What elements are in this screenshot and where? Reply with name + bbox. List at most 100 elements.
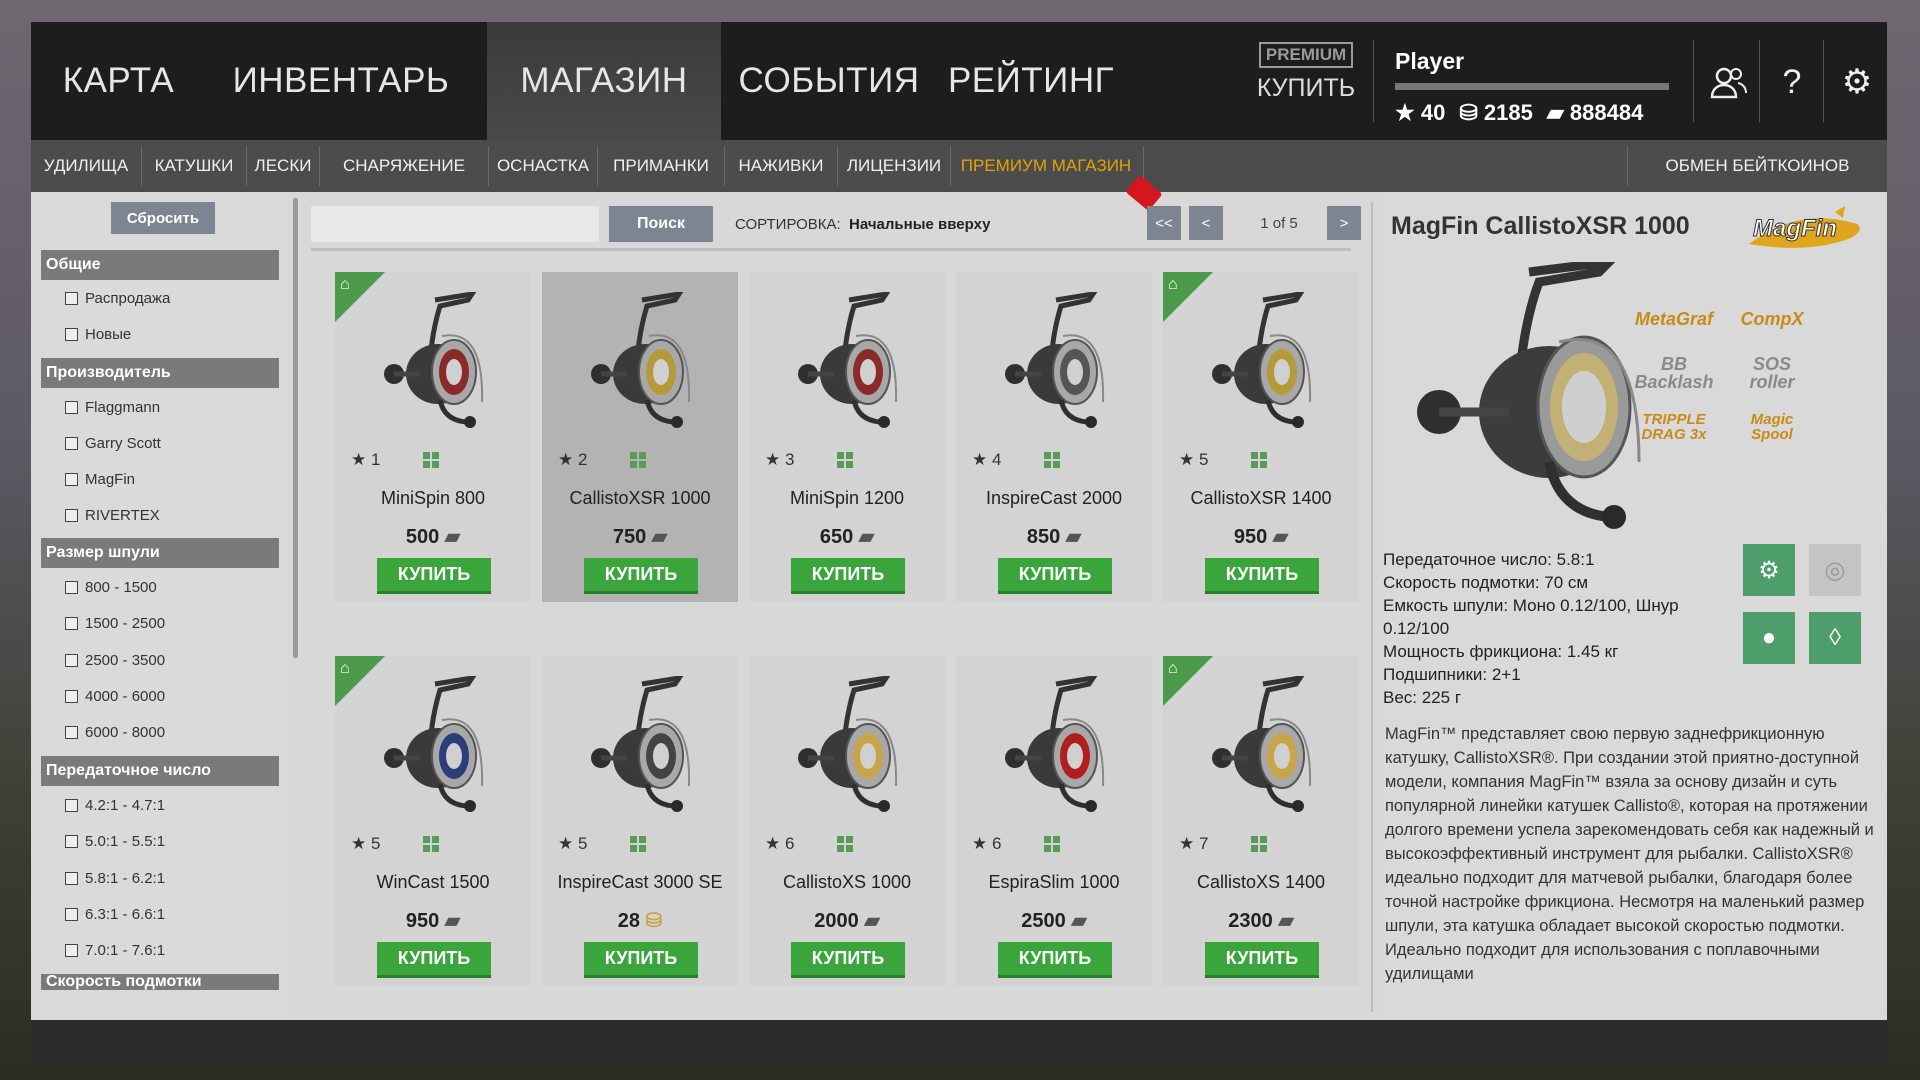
buy-button[interactable]: КУПИТЬ [584,558,698,594]
checkbox[interactable] [65,616,78,630]
fish-icon[interactable]: ◊ [1809,612,1861,664]
product-price: 2500 ▰ [956,908,1152,933]
nav-inventory[interactable]: ИНВЕНТАРЬ [206,22,476,140]
tab-rods[interactable]: УДИЛИЩА [31,140,141,192]
search-button[interactable]: Поиск [609,206,713,242]
checkbox[interactable] [65,943,78,957]
buy-button[interactable]: КУПИТЬ [1205,558,1319,594]
checkbox[interactable] [65,508,78,522]
friends-icon[interactable] [1709,62,1749,102]
help-icon[interactable]: ? [1772,62,1812,102]
tab-premium-shop[interactable]: ПРЕМИУМ МАГАЗИН [951,140,1141,192]
next-page-button[interactable]: > [1327,206,1361,240]
checkbox[interactable] [65,834,78,848]
spec-speed: Скорость подмотки: 70 см [1383,573,1589,592]
filter-spool-3[interactable]: 2500 - 3500 [65,648,165,672]
checkbox[interactable] [65,472,78,486]
filter-sale[interactable]: Распродажа [65,286,170,310]
filter-section-general[interactable]: Общие [41,250,279,280]
tripple-drag-logo: TRIPPLE DRAG 3x [1641,411,1707,443]
price-value: 850 [1026,526,1061,548]
filter-ratio-3[interactable]: 5.8:1 - 6.2:1 [65,866,165,890]
filter-spool-5[interactable]: 6000 - 8000 [65,720,165,744]
checkbox[interactable] [65,725,78,739]
product-card[interactable]: ⌂ ★ 5 CallistoXSR 1400 950 ▰ КУПИТЬ [1163,272,1359,602]
filter-ratio-5[interactable]: 7.0:1 - 7.6:1 [65,938,165,962]
checkbox[interactable] [65,291,78,305]
tab-tackle[interactable]: ОСНАСТКА [489,140,597,192]
grid-slot-icon [837,836,853,852]
tab-lures[interactable]: ПРИМАНКИ [598,140,724,192]
reset-filters-button[interactable]: Сбросить [111,202,215,234]
buy-button[interactable]: КУПИТЬ [377,558,491,594]
filter-flaggmann[interactable]: Flaggmann [65,395,160,419]
first-page-button[interactable]: << [1147,206,1181,240]
product-card[interactable]: ★ 5 InspireCast 3000 SE 28 ⛁ КУПИТЬ [542,656,738,986]
filter-ratio-1[interactable]: 4.2:1 - 4.7:1 [65,793,165,817]
prev-page-button[interactable]: < [1189,206,1223,240]
filter-ratio-2[interactable]: 5.0:1 - 5.5:1 [65,829,165,853]
checkbox[interactable] [65,689,78,703]
spec-ratio: Передаточное число: 5.8:1 [1383,550,1595,569]
buy-button[interactable]: КУПИТЬ [998,942,1112,978]
buy-button[interactable]: КУПИТЬ [791,942,905,978]
nav-rating[interactable]: РЕЙТИНГ [931,22,1131,140]
product-card[interactable]: ★ 2 CallistoXSR 1000 750 ▰ КУПИТЬ [542,272,738,602]
filter-section-spool[interactable]: Размер шпули [41,538,279,568]
buy-button[interactable]: КУПИТЬ [377,942,491,978]
checkbox[interactable] [65,580,78,594]
product-card[interactable]: ⌂ ★ 7 CallistoXS 1400 2300 ▰ КУПИТЬ [1163,656,1359,986]
nav-map[interactable]: КАРТА [31,22,206,140]
tab-reels[interactable]: КАТУШКИ [142,140,246,192]
buy-button[interactable]: КУПИТЬ [584,942,698,978]
filter-ratio-4[interactable]: 6.3:1 - 6.6:1 [65,902,165,926]
filter-spool-2[interactable]: 1500 - 2500 [65,611,165,635]
premium-buy-button[interactable]: PREMIUM КУПИТЬ [1251,42,1361,103]
filter-magfin[interactable]: MagFin [65,467,135,491]
product-card[interactable]: ★ 3 MiniSpin 1200 650 ▰ КУПИТЬ [749,272,945,602]
filter-section-speed[interactable]: Скорость подмотки [41,974,279,990]
product-card[interactable]: ⌂ ★ 5 WinCast 1500 950 ▰ КУПИТЬ [335,656,531,986]
filter-spool-1[interactable]: 800 - 1500 [65,575,157,599]
filter-section-maker[interactable]: Производитель [41,358,279,388]
product-card[interactable]: ★ 4 InspireCast 2000 850 ▰ КУПИТЬ [956,272,1152,602]
sort-control[interactable]: СОРТИРОВКА: Начальные вверху [735,216,990,233]
search-input[interactable] [311,206,599,242]
filter-scrollbar[interactable] [293,198,298,658]
checkbox[interactable] [65,907,78,921]
nav-shop[interactable]: МАГАЗИН [487,22,721,140]
checkbox[interactable] [65,871,78,885]
game-window: КАРТА ИНВЕНТАРЬ МАГАЗИН СОБЫТИЯ РЕЙТИНГ … [31,22,1887,1060]
checkbox[interactable] [65,798,78,812]
home-icon: ⌂ [340,660,350,677]
buy-button[interactable]: КУПИТЬ [791,558,905,594]
filter-section-ratio[interactable]: Передаточное число [41,756,279,786]
checkbox[interactable] [65,327,78,341]
checkbox[interactable] [65,653,78,667]
buy-button[interactable]: КУПИТЬ [1205,942,1319,978]
tab-baits[interactable]: НАЖИВКИ [725,140,837,192]
product-card[interactable]: ⌂ ★ 1 MiniSpin 800 500 ▰ КУПИТЬ [335,272,531,602]
tab-gear[interactable]: СНАРЯЖЕНИЕ [320,140,488,192]
buy-button[interactable]: КУПИТЬ [998,558,1112,594]
money-icon: ▰ [444,526,461,548]
divider [1693,40,1694,122]
equip-rod-icon[interactable]: ⚙ [1743,544,1795,596]
filter-new[interactable]: Новые [65,322,131,346]
settings-gear-icon[interactable]: ⚙ [1837,62,1877,102]
bitcoin-exchange-button[interactable]: ОБМЕН БЕЙТКОИНОВ [1628,140,1887,192]
filter-spool-4[interactable]: 4000 - 6000 [65,684,165,708]
nav-events[interactable]: СОБЫТИЯ [731,22,927,140]
tab-lines[interactable]: ЛЕСКИ [247,140,319,192]
checkbox[interactable] [65,436,78,450]
float-icon[interactable]: ● [1743,612,1795,664]
money-icon: ▰ [1546,100,1564,125]
filter-rivertex[interactable]: RIVERTEX [65,503,160,527]
rank-label: ★ 4 [972,450,1001,470]
checkbox[interactable] [65,400,78,414]
product-card[interactable]: ★ 6 EspiraSlim 1000 2500 ▰ КУПИТЬ [956,656,1152,986]
product-card[interactable]: ★ 6 CallistoXS 1000 2000 ▰ КУПИТЬ [749,656,945,986]
tab-licenses[interactable]: ЛИЦЕНЗИИ [838,140,950,192]
grid-slot-icon [1251,452,1267,468]
filter-garry-scott[interactable]: Garry Scott [65,431,161,455]
